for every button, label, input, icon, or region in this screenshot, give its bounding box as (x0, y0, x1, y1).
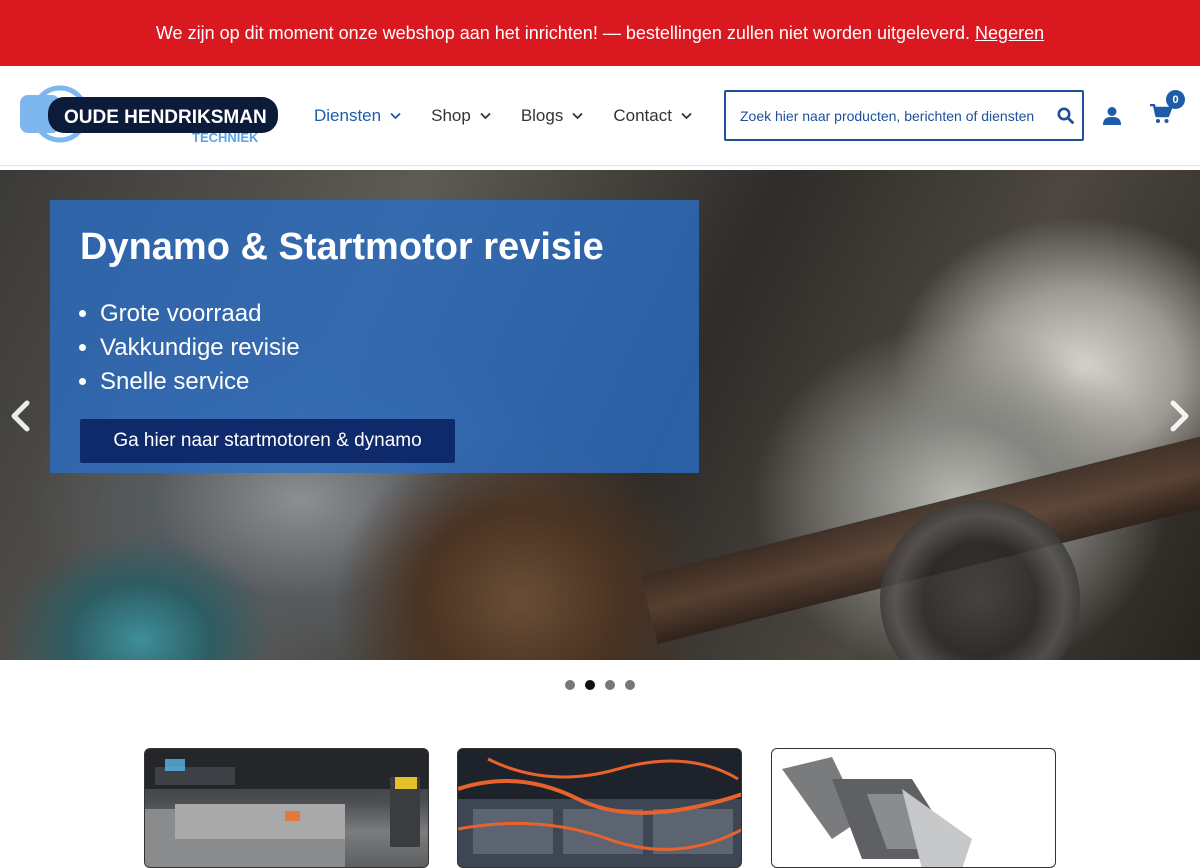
nav-label: Diensten (314, 106, 382, 125)
slider-dot-1[interactable] (565, 680, 575, 690)
category-card-battery[interactable] (457, 748, 742, 868)
category-card-exhaust[interactable] (771, 748, 1056, 868)
hero-feature-item: Grote voorraad (100, 297, 300, 331)
hero-slider: Dynamo & Startmotor revisie Grote voorra… (0, 170, 1200, 660)
chevron-down-icon (572, 112, 583, 120)
nav-item-shop[interactable]: Shop (431, 106, 491, 126)
battery-image (458, 749, 741, 867)
nav-item-blogs[interactable]: Blogs (521, 106, 584, 126)
hero-feature-item: Vakkundige revisie (100, 331, 300, 365)
search-button[interactable] (1048, 92, 1082, 139)
site-header: OUDE HENDRIKSMAN TECHNIEK Diensten Shop … (0, 66, 1200, 166)
hero-caption-box: Dynamo & Startmotor revisie Grote voorra… (50, 200, 699, 473)
search-input[interactable] (726, 92, 1048, 139)
slider-dot-4[interactable] (625, 680, 635, 690)
chevron-down-icon (681, 112, 692, 120)
store-notice-bar: We zijn op dit moment onze webshop aan h… (0, 0, 1200, 66)
site-logo[interactable]: OUDE HENDRIKSMAN TECHNIEK (20, 83, 280, 145)
slider-dot-2[interactable] (585, 680, 595, 690)
category-card-workshop[interactable] (144, 748, 429, 868)
chevron-right-icon[interactable] (1166, 400, 1192, 432)
slider-dot-3[interactable] (605, 680, 615, 690)
exhaust-part-image (782, 757, 972, 867)
nav-label: Blogs (520, 106, 564, 125)
chevron-down-icon (480, 112, 491, 120)
store-notice-text: We zijn op dit moment onze webshop aan h… (155, 22, 971, 43)
nav-label: Contact (613, 106, 672, 125)
nav-item-contact[interactable]: Contact (613, 106, 692, 126)
user-account-icon[interactable] (1102, 106, 1122, 126)
hero-cta-button[interactable]: Ga hier naar startmotoren & dynamo (80, 419, 455, 463)
chevron-down-icon (390, 112, 401, 120)
dismiss-notice-link[interactable]: Negeren (975, 23, 1044, 44)
nav-label: Shop (431, 106, 471, 125)
logo-title: OUDE HENDRIKSMAN (64, 107, 267, 128)
search-box (724, 90, 1084, 141)
slider-pagination (565, 680, 645, 690)
search-icon (1057, 107, 1074, 124)
hero-title: Dynamo & Startmotor revisie (80, 226, 604, 268)
workshop-image (145, 749, 428, 867)
logo-subtitle: TECHNIEK (192, 130, 259, 145)
cart-count-badge: 0 (1166, 90, 1185, 109)
hero-feature-item: Snelle service (100, 365, 300, 399)
main-navigation: Diensten Shop Blogs Contact (314, 66, 722, 166)
nav-item-diensten[interactable]: Diensten (314, 106, 401, 126)
hero-feature-list: Grote voorraad Vakkundige revisie Snelle… (100, 297, 300, 399)
chevron-left-icon[interactable] (8, 400, 34, 432)
